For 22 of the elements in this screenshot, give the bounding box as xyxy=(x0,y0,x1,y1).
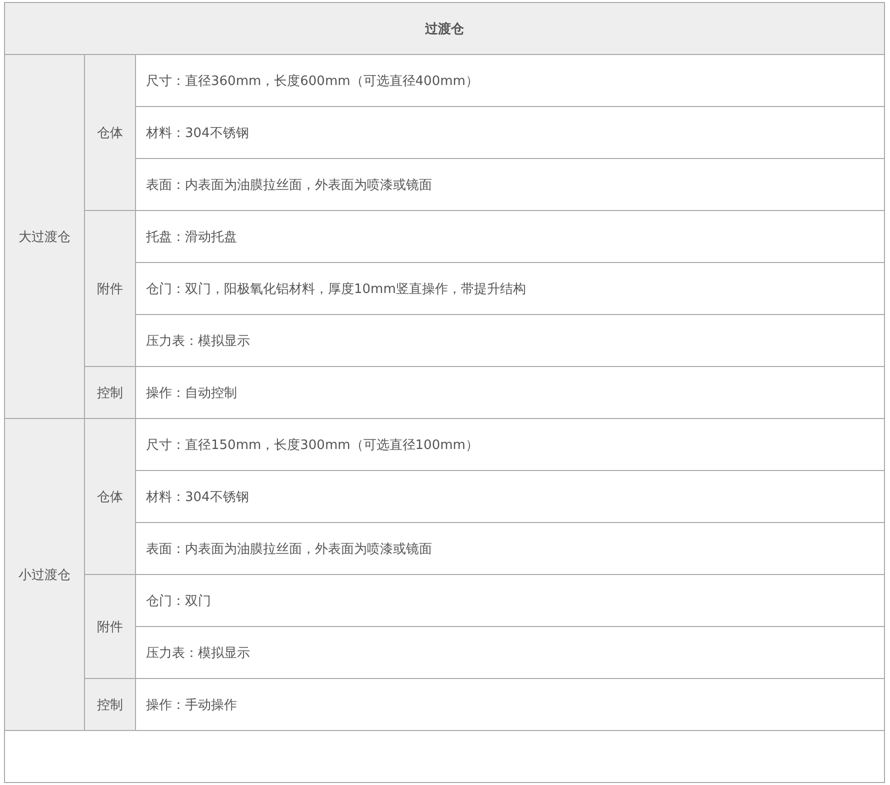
table-cell: 操作：自动控制 xyxy=(136,366,884,418)
table-header: 过渡仓 xyxy=(4,2,884,54)
section-cell: 仓体 xyxy=(84,418,136,574)
table-cell: 仓门：双门 xyxy=(136,574,884,626)
table-cell: 仓门：双门，阳极氧化铝材料，厚度10mm竖直操作，带提升结构 xyxy=(136,262,884,314)
table-cell: 表面：内表面为油膜拉丝面，外表面为喷漆或镜面 xyxy=(136,158,884,210)
table-cell: 托盘：滑动托盘 xyxy=(136,210,884,262)
table-cell: 材料：304不锈钢 xyxy=(136,470,884,522)
table-cell: 尺寸：直径150mm，长度300mm（可选直径100mm） xyxy=(136,418,884,470)
section-cell: 附件 xyxy=(84,210,136,366)
table-cell: 压力表：模拟显示 xyxy=(136,626,884,678)
section-cell: 控制 xyxy=(84,366,136,418)
table-cell: 压力表：模拟显示 xyxy=(136,314,884,366)
group-cell: 大过渡仓 xyxy=(4,54,84,418)
table-cell: 操作：手动操作 xyxy=(136,678,884,730)
table-cell: 表面：内表面为油膜拉丝面，外表面为喷漆或镜面 xyxy=(136,522,884,574)
group-cell: 小过渡仓 xyxy=(4,418,84,730)
section-cell: 附件 xyxy=(84,574,136,678)
table-cell: 尺寸：直径360mm，长度600mm（可选直径400mm） xyxy=(136,54,884,106)
table-cell: 材料：304不锈钢 xyxy=(136,106,884,158)
section-cell: 控制 xyxy=(84,678,136,730)
section-cell: 仓体 xyxy=(84,54,136,210)
